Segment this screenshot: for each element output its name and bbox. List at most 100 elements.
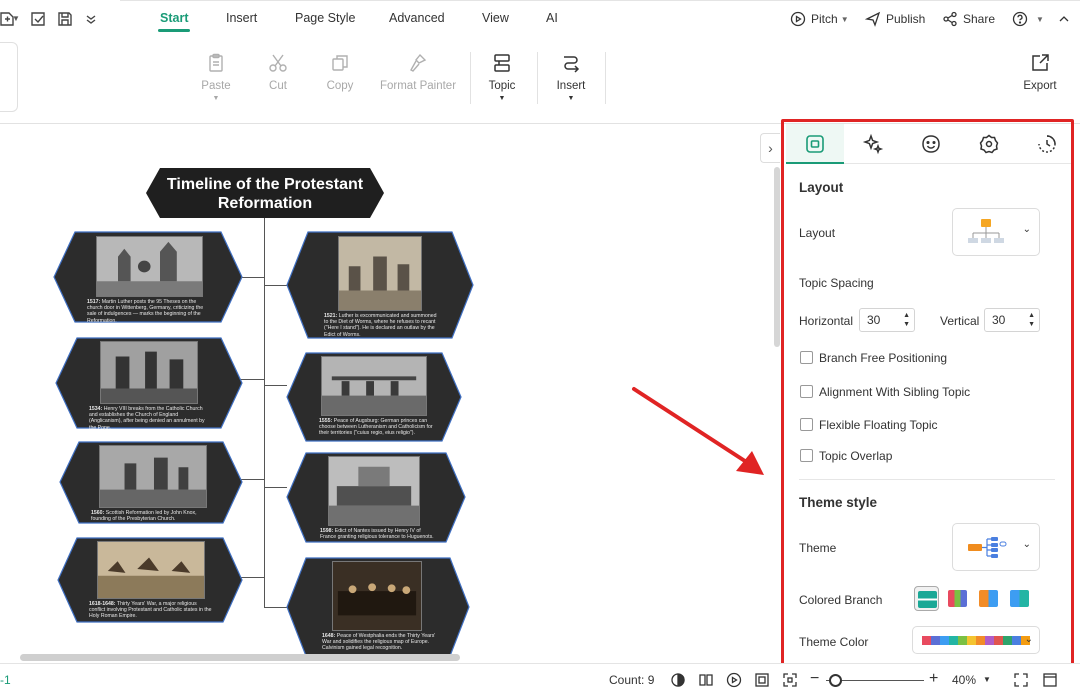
pitch-button[interactable]: Pitch ▼ (790, 10, 849, 28)
horizontal-spacing-input[interactable]: 30 ▲ ▼ (859, 308, 915, 332)
file-panel-stub[interactable] (0, 42, 18, 112)
panel-tab-icons[interactable] (902, 124, 960, 164)
tab-insert[interactable]: Insert (226, 11, 257, 25)
colored-branch-option-3[interactable] (976, 586, 1001, 611)
play-icon[interactable] (726, 672, 742, 688)
theme-color-dropdown[interactable]: ⌄ (912, 626, 1040, 654)
zoom-slider-handle[interactable] (829, 674, 842, 687)
theme-preview-icon (968, 537, 1007, 558)
theme-color-swatch (931, 636, 940, 645)
panel-tab-layout[interactable] (786, 124, 844, 164)
paste-icon (205, 52, 227, 74)
more-quick-tools-icon[interactable] (82, 10, 100, 28)
sparkle-icon (862, 133, 884, 155)
timeline-card-1598[interactable]: 1598: Edict of Nantes issued by Henry IV… (286, 452, 466, 543)
fit-page-icon[interactable] (754, 672, 770, 688)
theme-color-swatch (940, 636, 949, 645)
page-indicator[interactable]: -1 (0, 673, 11, 687)
theme-toggle-icon[interactable] (670, 672, 686, 688)
layout-dropdown[interactable]: ⌄ (952, 208, 1040, 256)
theme-color-swatch (1012, 636, 1021, 645)
spinner-arrows-icon: ▲ ▼ (1028, 312, 1035, 328)
alignment-sibling-label: Alignment With Sibling Topic (819, 385, 971, 399)
branch-free-positioning-checkbox[interactable] (800, 351, 813, 364)
save-icon[interactable] (56, 10, 74, 28)
vertical-spacing-label: Vertical (940, 314, 980, 328)
smiley-icon (922, 135, 940, 153)
fit-screen-icon[interactable] (782, 672, 798, 688)
timeline-card-1534[interactable]: 1534: Henry VIII breaks from the Catholi… (55, 337, 243, 431)
theme-color-swatch (985, 636, 994, 645)
zoom-level[interactable]: 40% (952, 673, 976, 687)
zoom-caret-icon[interactable]: ▼ (983, 675, 999, 691)
flexible-floating-checkbox[interactable] (800, 418, 813, 431)
panel-toggle-icon[interactable]: › (760, 133, 780, 163)
timeline-card-1648[interactable]: 1648: Peace of Westphalia ends the Thirt… (286, 557, 470, 657)
theme-dropdown[interactable]: ⌄ (952, 523, 1040, 571)
export-button[interactable]: Export (1021, 52, 1059, 92)
open-file-icon[interactable] (29, 10, 47, 28)
publish-button[interactable]: Publish (865, 10, 925, 28)
timeline-card-1560[interactable]: 1560: Scottish Reformation led by John K… (59, 441, 243, 524)
timeline-card-1517[interactable]: 1517: Martin Luther posts the 95 Theses … (53, 231, 243, 324)
timeline-card-1618-1648[interactable]: 1618-1648: Thirty Years' War, a major re… (57, 537, 243, 623)
topic-icon (491, 52, 513, 74)
horizontal-scrollbar[interactable] (20, 654, 460, 661)
colored-branch-option-4[interactable] (1007, 586, 1032, 611)
topic-overlap-checkbox[interactable] (800, 449, 813, 462)
menu-bar: ▼ Start Insert Page Style Advanced View … (0, 0, 1080, 38)
zoom-in-button[interactable]: + (929, 670, 938, 688)
main-topic-title: Timeline of the Protestant Reformation (166, 176, 364, 212)
vertical-scrollbar[interactable] (774, 167, 780, 347)
status-bar: -1 Count: 9 − + 40% ▼ (0, 663, 1080, 696)
annotation-arrow (632, 387, 764, 475)
clock-icon (1038, 135, 1056, 153)
insert-caret-icon: ▼ (567, 95, 575, 102)
battle-painting-image (97, 541, 205, 599)
tab-advanced[interactable]: Advanced (389, 11, 445, 25)
colored-branch-option-1[interactable] (914, 586, 939, 611)
topic-caret-icon: ▼ (498, 95, 506, 102)
paste-button[interactable]: Paste ▼ (201, 52, 231, 102)
colored-branch-option-2[interactable] (945, 586, 970, 611)
collapse-ribbon-icon[interactable] (1056, 10, 1077, 28)
main-topic[interactable]: Timeline of the Protestant Reformation (146, 168, 384, 218)
tab-page-style[interactable]: Page Style (295, 11, 355, 25)
insert-button[interactable]: Insert ▼ (554, 52, 588, 102)
fullscreen-icon[interactable] (1013, 672, 1029, 688)
timeline-card-1555[interactable]: 1555: Peace of Augsburg: German princes … (286, 352, 462, 442)
theme-dropdown-chevron-icon: ⌄ (1022, 539, 1031, 550)
alignment-sibling-checkbox[interactable] (800, 385, 813, 398)
book-view-icon[interactable] (698, 672, 714, 688)
format-painter-button[interactable]: Format Painter (378, 52, 458, 92)
new-file-caret-icon[interactable]: ▼ (12, 14, 20, 23)
share-button[interactable]: Share (942, 10, 995, 28)
tab-start[interactable]: Start (160, 11, 188, 25)
tab-view[interactable]: View (482, 11, 509, 25)
window-icon[interactable] (1042, 672, 1058, 688)
help-button[interactable]: ▼ (1012, 10, 1044, 28)
cut-button[interactable]: Cut (264, 52, 292, 92)
timeline-card-1521[interactable]: 1521: Luther is excommunicated and summo… (286, 231, 474, 339)
layout-section-title: Layout (799, 180, 844, 195)
panel-tab-history[interactable] (1018, 124, 1076, 164)
theme-color-swatch (949, 636, 958, 645)
vertical-spacing-input[interactable]: 30 ▲ ▼ (984, 308, 1040, 332)
scissors-icon (267, 52, 289, 74)
panel-tab-ai-style[interactable] (844, 124, 902, 164)
tab-ai[interactable]: AI (546, 11, 558, 25)
engraving-image (99, 445, 207, 508)
publish-icon (865, 11, 881, 27)
engraving-image (338, 236, 422, 311)
mindmap-canvas[interactable]: Timeline of the Protestant Reformation 1… (0, 125, 780, 663)
topic-button[interactable]: Topic ▼ (485, 52, 519, 102)
insert-relation-icon (560, 52, 582, 74)
panel-tab-theme[interactable] (960, 124, 1018, 164)
zoom-out-button[interactable]: − (810, 670, 819, 688)
active-tab-indicator (158, 29, 190, 32)
topic-spacing-label: Topic Spacing (799, 276, 874, 290)
format-panel: Layout Layout ⌄ Topic Spacing Horizontal… (786, 124, 1072, 663)
copy-button[interactable]: Copy (324, 52, 356, 92)
painting-image (332, 561, 422, 631)
theme-color-chevron-icon: ⌄ (1024, 634, 1033, 645)
